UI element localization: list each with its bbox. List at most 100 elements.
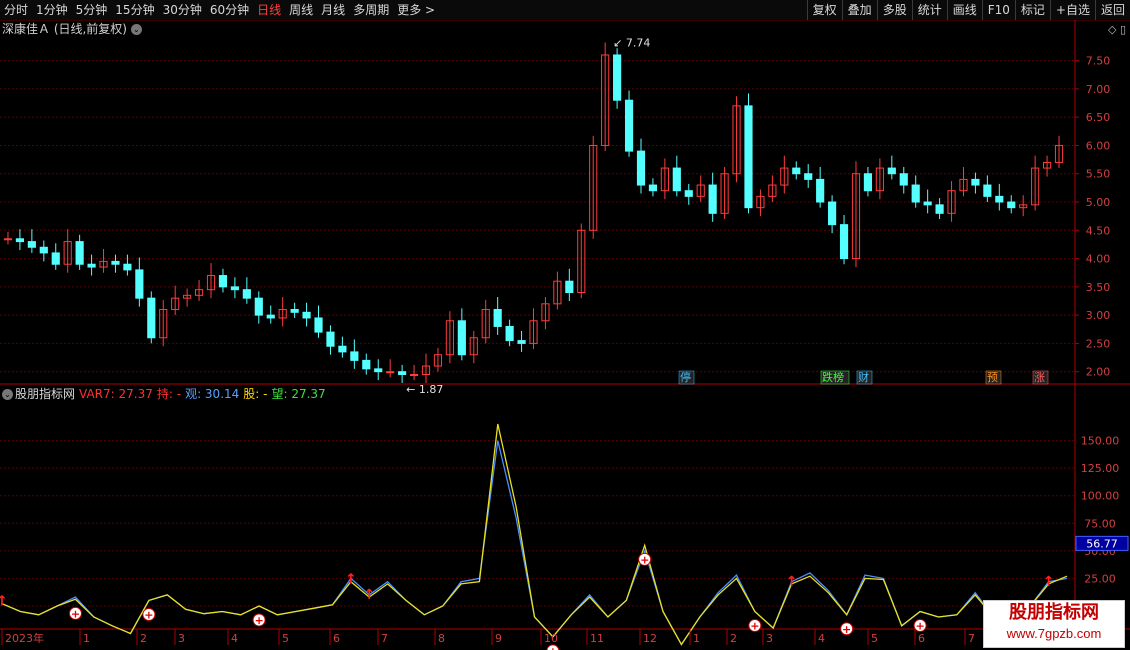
indicator-value-3: 股: -	[243, 387, 268, 401]
candle-down	[505, 325, 514, 342]
candle-down	[242, 289, 251, 299]
plus-icon: +	[548, 645, 557, 650]
candle-down	[314, 317, 323, 333]
indicator-title[interactable]: ⌄ 股朋指标网 VAR7: 27.37 持: - 观: 30.14 股: - 望: 27.3…	[2, 386, 330, 402]
price-axis-label: 4.50	[1086, 224, 1111, 237]
candle-down	[302, 311, 311, 319]
indicator-axis-label: 125.00	[1081, 462, 1120, 475]
candle-down	[565, 280, 574, 294]
up-arrow-icon: ↑	[345, 572, 357, 588]
date-axis-label: 4	[818, 632, 825, 645]
price-axis-label: 5.50	[1086, 168, 1111, 181]
candle-down	[744, 105, 753, 209]
date-axis-label: 3	[178, 632, 185, 645]
date-axis-label: 3	[766, 632, 773, 645]
candle-down	[792, 167, 801, 175]
event-tag: 跌榜	[822, 370, 844, 384]
watermark-title: 股朋指标网	[1009, 602, 1099, 623]
date-axis-label: 9	[495, 632, 502, 645]
plus-icon: +	[640, 553, 649, 566]
candle-down	[517, 340, 526, 344]
candle-down	[135, 269, 144, 299]
series-wang-line	[1, 423, 1068, 646]
date-axis-label: 10	[544, 632, 558, 645]
price-axis-label: 3.00	[1086, 309, 1111, 322]
up-arrow-icon: ↑	[363, 587, 375, 603]
indicator-name: 股朋指标网	[15, 387, 76, 401]
date-axis-label: 2023年	[5, 631, 44, 645]
kline-chart[interactable]: 7.50 7.00 6.50 6.00 5.50 5.00 4.50 4.00 3.50 3.00…	[0, 0, 1130, 650]
candle-down	[27, 241, 36, 248]
candle-down	[266, 314, 275, 319]
price-axis-label: 2.50	[1086, 337, 1111, 350]
date-axis-label: 1	[83, 632, 90, 645]
candle-down	[624, 99, 634, 152]
date-axis-label: 5	[282, 632, 289, 645]
plus-icon: +	[254, 614, 263, 627]
indicator-axis-label: 150.00	[1081, 435, 1120, 448]
price-axis-label: 6.00	[1086, 139, 1111, 152]
candle-down	[708, 184, 717, 214]
candle-down	[935, 204, 944, 214]
plus-icon: +	[71, 607, 80, 620]
plus-icon: +	[144, 608, 153, 621]
event-tag: 财	[858, 370, 869, 384]
candle-down	[398, 371, 407, 376]
date-axis-label: 6	[918, 632, 925, 645]
candle-down	[15, 238, 24, 243]
candle-down	[887, 167, 896, 175]
candle-down	[672, 167, 681, 192]
candle-down	[374, 368, 383, 373]
price-axis-label: 3.50	[1086, 281, 1111, 294]
candle-down	[983, 184, 992, 197]
plus-icon: +	[842, 623, 851, 636]
up-arrow-icon: ↑	[1043, 574, 1055, 590]
candle-down	[51, 252, 60, 265]
chevron-down-icon[interactable]: ⌄	[2, 389, 13, 400]
event-tag: 预	[987, 371, 998, 384]
watermark-url: www.7gpzb.com	[1006, 626, 1102, 641]
indicator-axis-label: 100.00	[1081, 490, 1120, 503]
candle-up	[386, 371, 395, 374]
plus-icon: +	[915, 619, 924, 632]
candle-up	[3, 238, 13, 241]
price-axis-label: 6.50	[1086, 111, 1111, 124]
candle-down	[123, 263, 132, 271]
candle-down	[290, 308, 299, 313]
site-watermark: 股朋指标网 www.7gpzb.com	[983, 600, 1125, 648]
candle-down	[362, 359, 371, 370]
price-axis-label: 5.00	[1086, 196, 1111, 209]
candle-down	[971, 178, 980, 186]
date-axis-label: 6	[333, 632, 340, 645]
candle-down	[111, 260, 120, 265]
candle-down	[493, 308, 502, 327]
candle-down	[39, 246, 48, 254]
event-tag: 停	[680, 370, 691, 384]
current-value-label: 56.77	[1086, 537, 1118, 550]
candle-down	[457, 320, 466, 356]
date-axis-label: 2	[730, 632, 737, 645]
indicator-value-2: 观: 30.14	[185, 387, 240, 401]
date-axis-label: 1	[693, 632, 700, 645]
candle-down	[816, 178, 825, 203]
candle-down	[254, 297, 263, 316]
date-axis-label: 8	[438, 632, 445, 645]
up-arrow-icon: ↑	[0, 594, 8, 610]
date-axis-label: 11	[590, 632, 604, 645]
candle-down	[613, 54, 622, 101]
date-axis-label: 12	[643, 632, 657, 645]
date-axis-label: 7	[381, 632, 388, 645]
high-price-marker: ↙ 7.74	[613, 37, 650, 50]
candle-down	[218, 275, 228, 288]
candle-down	[230, 286, 239, 291]
date-axis-label: 4	[231, 632, 238, 645]
candle-down	[899, 173, 908, 186]
indicator-axis-label: 75.00	[1084, 517, 1116, 530]
date-axis-label: 7	[968, 632, 975, 645]
candle-down	[863, 173, 873, 192]
candle-down	[87, 263, 96, 268]
candle-down	[648, 184, 658, 192]
low-price-marker: ← 1.87	[406, 383, 443, 396]
candle-down	[911, 184, 920, 203]
candle-up	[409, 374, 419, 377]
